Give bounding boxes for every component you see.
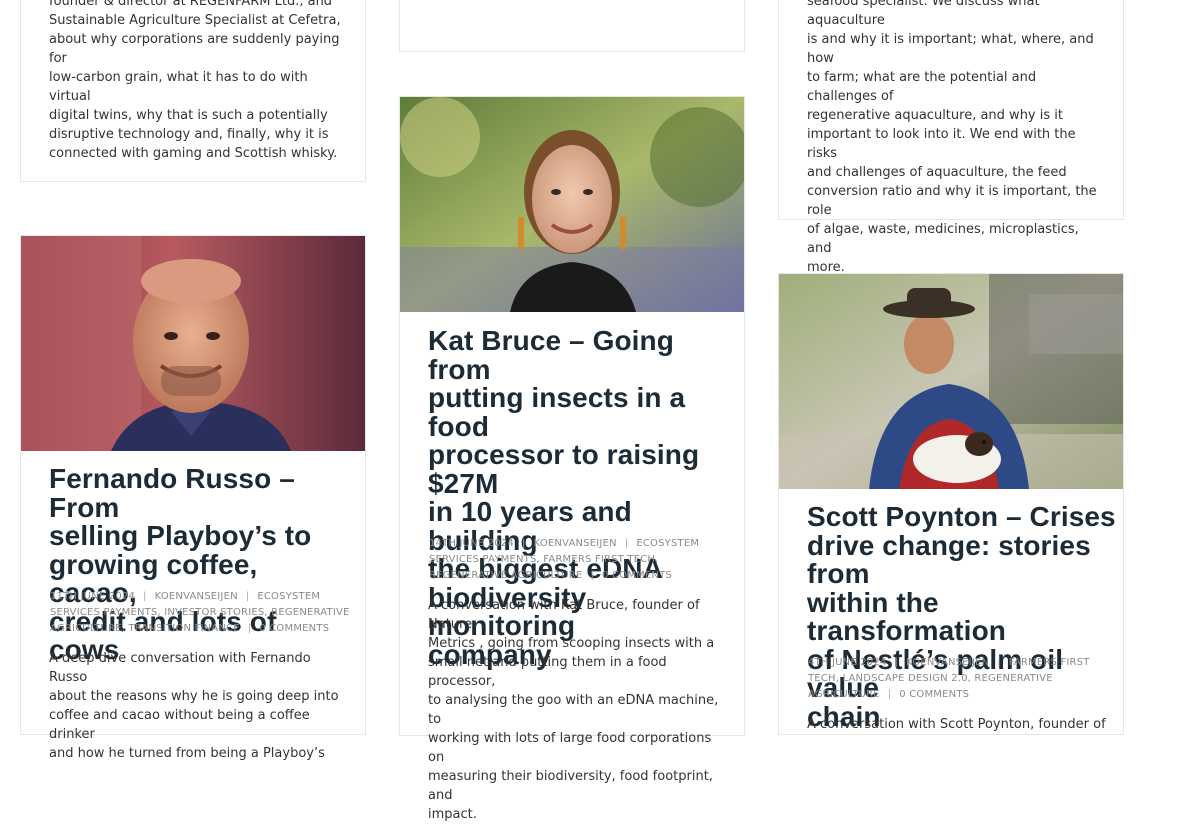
title-line: Kat Bruce – Going from [428,325,674,385]
title-line: putting insects in a food [428,382,686,442]
post-categories-link[interactable]: Agriculture, Transition Finance [50,623,240,634]
title-line: selling Playboy’s to [49,520,312,551]
excerpt-line: A conversation with Scott Poynton, found… [807,717,1106,732]
post-categories-link[interactable]: Ecosystem [257,591,320,602]
excerpt-line: conversion ratio and why it is important… [807,184,1097,218]
excerpt-line: A deep dive conversation with Fernando R… [49,651,311,685]
separator: | [624,538,629,549]
separator: | [245,591,250,602]
post-categories-link[interactable]: Agriculture [808,689,880,700]
post-excerpt: A conversation with Scott Poynton, found… [807,715,1107,734]
post-excerpt: A deep dive conversation with Fernando R… [49,649,349,763]
excerpt-line: about why corporations are suddenly payi… [49,32,340,66]
separator: | [247,623,252,634]
separator: | [894,657,899,668]
post-thumbnail-scott-poynton[interactable] [779,274,1123,489]
title-line: within the transformation [807,586,1006,646]
excerpt-line: disruptive technology and, finally, why … [49,127,329,142]
post-date-link[interactable]: 11th June 2024 [50,591,135,602]
post-categories-link[interactable]: Services Payments, Investor Stories, Reg… [50,607,350,618]
post-excerpt: A conversation with Kat Bruce, founder o… [428,596,728,824]
post-date-link[interactable]: 4th June 2024 [808,657,886,668]
post-meta: 4th June 2024 | koenvanseijen | Farmers Firs… [808,655,1108,703]
post-author-link[interactable]: koenvanseijen [906,657,989,668]
post-categories-link[interactable]: Services Payments, Farmers First Tech, [429,554,659,565]
post-date-link[interactable]: 14th June 2024 [429,538,514,549]
post-thumbnail-kat-bruce[interactable] [400,97,744,312]
excerpt-line: and how he turned from being a Playboy’s [49,746,325,761]
excerpt-line: regenerative aquaculture, and why is it [807,108,1063,123]
post-excerpt: seafood specialist. We discuss what aqua… [807,0,1107,277]
excerpt-line: Metrics , going from scooping insects wi… [428,636,715,651]
post-categories-link[interactable]: Tech, Landscape Design 2.0, Regenerative [808,673,1053,684]
post-meta: 14th June 2024 | koenvanseijen | Ecosystem S… [429,536,729,584]
excerpt-line: important to look into it. We end with t… [807,127,1076,161]
post-meta: 11th June 2024 | koenvanseijen | Ecosystem S… [50,589,350,637]
excerpt-line: and challenges of aquaculture, the feed [807,165,1067,180]
post-card-top-middle [399,0,745,52]
excerpt-line: about the reasons why he is going deep i… [49,689,339,704]
separator: | [997,657,1001,668]
separator: | [522,538,526,549]
separator: | [590,570,595,581]
post-comments-link[interactable]: 0 Comments [899,689,969,700]
title-line: Fernando Russo – From [49,463,295,523]
portrait-photo-scott [779,274,1123,489]
post-excerpt: founder & director at REGENFARM Ltd., an… [49,0,349,163]
excerpt-line: impact. [428,807,477,822]
title-line: Scott Poynton – Crises [807,501,1116,532]
post-categories-link[interactable]: Regenerative Agriculture [429,570,582,581]
excerpt-line: of algae, waste, medicines, microplastic… [807,222,1079,256]
post-categories-link[interactable]: Ecosystem [636,538,699,549]
excerpt-line: working with lots of large food corporat… [428,731,712,765]
excerpt-line: A conversation with Kat Bruce, founder o… [428,598,700,632]
excerpt-line: is and why it is important; what, where,… [807,32,1094,66]
excerpt-line: seafood specialist. We discuss what aqua… [807,0,1040,28]
excerpt-line: connected with gaming and Scottish whisk… [49,146,338,161]
excerpt-line: small net and putting them in a food pro… [428,655,667,689]
excerpt-line: founder & director at REGENFARM Ltd., an… [49,0,333,9]
excerpt-line: to farm; what are the potential and chal… [807,70,1037,104]
excerpt-line: digital twins, why that is such a potent… [49,108,328,123]
separator: | [887,689,892,700]
post-categories-link[interactable]: Farmers First [1009,657,1090,668]
post-thumbnail-fernando-russo[interactable] [21,236,365,451]
excerpt-line: Sustainable Agriculture Specialist at Ce… [49,13,341,28]
title-line: drive change: stories from [807,529,1091,589]
post-comments-link[interactable]: 0 Comments [259,623,329,634]
portrait-photo-kat [400,97,744,312]
excerpt-line: coffee and cacao without being a coffee … [49,708,310,742]
post-author-link[interactable]: koenvanseijen [534,538,617,549]
separator: | [143,591,147,602]
post-author-link[interactable]: koenvanseijen [155,591,238,602]
excerpt-line: low-carbon grain, what it has to do with… [49,70,308,104]
portrait-photo-fernando [21,236,365,451]
post-comments-link[interactable]: 0 Comments [602,570,672,581]
title-line: processor to raising $27M [428,439,700,499]
excerpt-line: measuring their biodiversity, food footp… [428,769,713,803]
